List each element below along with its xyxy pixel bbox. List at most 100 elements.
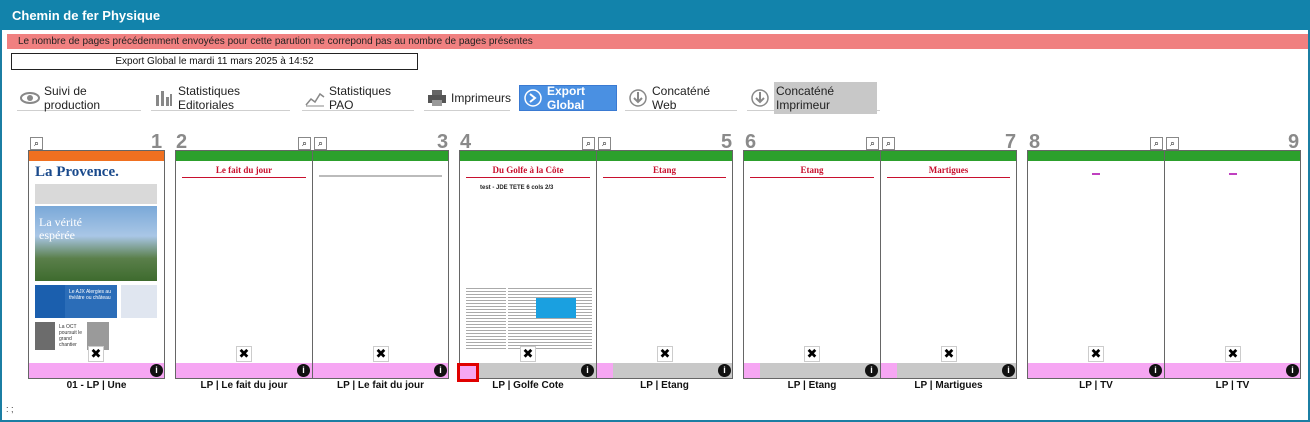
info-icon[interactable]: i xyxy=(1286,364,1299,377)
page-caption: LP | Le fait du jour xyxy=(200,380,288,391)
page-status-band xyxy=(460,151,596,161)
delete-icon[interactable]: ✖ xyxy=(941,346,957,362)
page-status-band xyxy=(29,151,164,161)
stats-edito-label: Statistiques Editoriales xyxy=(178,83,241,112)
concat-web-button[interactable]: Concaténé Web xyxy=(625,83,737,112)
concat-web-label: Concaténé Web xyxy=(652,83,711,112)
page-caption: LP | Golfe Cote xyxy=(492,380,564,391)
arrow-right-circle-icon xyxy=(523,89,543,107)
page-footer-bar xyxy=(897,363,1016,378)
page-thumbnail-5[interactable]: Etang ✖ i xyxy=(596,150,733,379)
line-chart-icon xyxy=(305,89,325,107)
export-status: Export Global le mardi 11 mars 2025 à 14… xyxy=(11,53,418,70)
page-footer-marker xyxy=(744,363,760,378)
window-title: Chemin de fer Physique xyxy=(0,0,1310,30)
front-portrait xyxy=(35,322,55,350)
zoom-icon[interactable]: ⌕ xyxy=(582,137,595,150)
page-footer-bar xyxy=(29,363,164,378)
delete-icon[interactable]: ✖ xyxy=(804,346,820,362)
page-rule xyxy=(1092,173,1100,175)
front-side-box xyxy=(121,285,157,318)
page-subtitle: test - JDE TETE 6 cols 2/3 xyxy=(480,185,554,191)
info-icon[interactable]: i xyxy=(297,364,310,377)
page-thumbnail-3[interactable]: ✖ i xyxy=(312,150,449,379)
page-photo xyxy=(536,298,576,318)
info-icon[interactable]: i xyxy=(865,364,878,377)
suivi-label: Suivi de production xyxy=(44,83,101,112)
page-caption: LP | Etang xyxy=(640,380,689,391)
front-masthead: La Provence. xyxy=(35,164,119,180)
bar-chart-icon xyxy=(154,89,174,107)
page-rubric: Le fait du jour xyxy=(182,165,306,178)
delete-icon[interactable]: ✖ xyxy=(88,346,104,362)
page-rubric: Martigues xyxy=(887,165,1010,178)
zoom-icon[interactable]: ⌕ xyxy=(314,137,327,150)
export-global-button[interactable]: Export Global xyxy=(519,84,617,112)
delete-icon[interactable]: ✖ xyxy=(657,346,673,362)
page-status-band xyxy=(1028,151,1164,161)
page-status-band xyxy=(597,151,732,161)
page-footer-bar xyxy=(313,363,448,378)
zoom-icon[interactable]: ⌕ xyxy=(30,137,43,150)
page-thumbnail-4[interactable]: Du Golfe à la Côte test - JDE TETE 6 col… xyxy=(459,150,597,379)
info-icon[interactable]: i xyxy=(1002,364,1015,377)
page-caption: LP | TV xyxy=(1215,380,1250,391)
page-footer-bar xyxy=(176,363,312,378)
zoom-icon[interactable]: ⌕ xyxy=(298,137,311,150)
page-rubric: Du Golfe à la Côte xyxy=(466,165,590,178)
page-status-band xyxy=(881,151,1016,161)
page-thumbnail-6[interactable]: Etang ✖ i xyxy=(743,150,881,379)
page-footer-marker xyxy=(881,363,897,378)
page-caption: 01 - LP | Une xyxy=(66,380,127,391)
suivi-button[interactable]: Suivi de production xyxy=(17,83,141,112)
delete-icon[interactable]: ✖ xyxy=(520,346,536,362)
page-rubric: Etang xyxy=(603,165,726,178)
zoom-icon[interactable]: ⌕ xyxy=(1150,137,1163,150)
page-thumbnail-1[interactable]: La Provence. La vérité espérée Le AJX Al… xyxy=(28,150,165,379)
stats-pao-button[interactable]: Statistiques PAO xyxy=(302,83,414,112)
zoom-icon[interactable]: ⌕ xyxy=(598,137,611,150)
page-footer-bar xyxy=(1028,363,1164,378)
info-icon[interactable]: i xyxy=(1149,364,1162,377)
page-rule xyxy=(319,175,442,177)
page-caption: LP | TV xyxy=(1079,380,1113,391)
page-thumbnail-9[interactable]: ✖ i xyxy=(1164,150,1301,379)
zoom-icon[interactable]: ⌕ xyxy=(882,137,895,150)
concat-imprimeur-button[interactable]: Concaténé Imprimeur xyxy=(747,81,880,114)
page-footer-bar xyxy=(460,363,596,378)
page-status-band xyxy=(313,151,448,161)
page-caption: LP | Martigues xyxy=(914,380,983,391)
delete-icon[interactable]: ✖ xyxy=(236,346,252,362)
info-icon[interactable]: i xyxy=(581,364,594,377)
page-article xyxy=(508,286,592,349)
info-icon[interactable]: i xyxy=(150,364,163,377)
page-status-band xyxy=(744,151,880,161)
front-teaser-strip xyxy=(35,184,157,204)
page-status-band xyxy=(176,151,312,161)
front-teaser: Le AJX Alergies au théâtre ou château xyxy=(65,285,117,318)
page-article xyxy=(466,286,506,349)
eye-icon xyxy=(20,89,40,107)
delete-icon[interactable]: ✖ xyxy=(1088,346,1104,362)
export-global-label: Export Global xyxy=(547,84,586,112)
concat-imprimeur-label: Concaténé Imprimeur xyxy=(774,81,877,114)
delete-icon[interactable]: ✖ xyxy=(1225,346,1241,362)
page-rubric: Etang xyxy=(750,165,874,178)
page-rule xyxy=(1229,173,1237,175)
printer-icon xyxy=(427,89,447,107)
imprimeurs-button[interactable]: Imprimeurs xyxy=(424,85,511,111)
page-thumbnail-7[interactable]: Martigues ✖ i xyxy=(880,150,1017,379)
zoom-icon[interactable]: ⌕ xyxy=(866,137,879,150)
page-thumbnail-8[interactable]: ✖ i xyxy=(1027,150,1165,379)
info-icon[interactable]: i xyxy=(434,364,447,377)
front-photo: La vérité espérée xyxy=(35,206,157,281)
download-circle-icon xyxy=(628,88,648,107)
front-small-text: La OCT poursuit le grand chantier xyxy=(59,324,83,348)
download-circle-icon xyxy=(750,88,770,107)
zoom-icon[interactable]: ⌕ xyxy=(1166,137,1179,150)
page-thumbnail-2[interactable]: Le fait du jour ✖ i xyxy=(175,150,313,379)
delete-icon[interactable]: ✖ xyxy=(373,346,389,362)
stats-pao-label: Statistiques PAO xyxy=(329,83,392,112)
info-icon[interactable]: i xyxy=(718,364,731,377)
stats-edito-button[interactable]: Statistiques Editoriales xyxy=(151,83,290,112)
